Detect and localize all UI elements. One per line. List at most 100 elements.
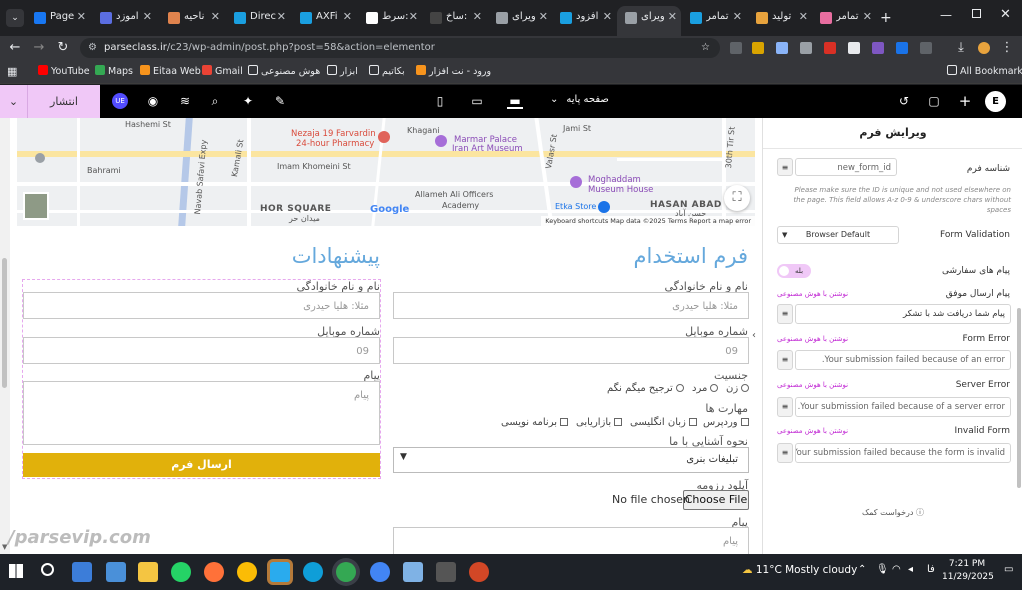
tab-close-icon[interactable]: ✕ (277, 10, 286, 23)
volume-icon[interactable]: ◂ (908, 564, 913, 575)
site-info-icon[interactable]: ⚙ (88, 38, 97, 58)
phone-input[interactable]: 09 (393, 337, 749, 364)
reload-icon[interactable]: ↻ (54, 39, 72, 57)
new-tab-icon[interactable]: + (880, 10, 892, 26)
notes-icon[interactable]: ✦ (240, 93, 256, 109)
mic-icon[interactable]: 🎙 (876, 564, 889, 575)
history-icon[interactable]: ↺ (896, 93, 912, 109)
bookmark-youtube[interactable]: YouTube (38, 65, 90, 77)
map-pin-icon[interactable] (378, 131, 390, 143)
ai-write-link[interactable]: نوشتن با هوش مصنوعی (777, 381, 848, 389)
edge-icon[interactable] (303, 562, 323, 582)
tab-close-icon[interactable]: ✕ (409, 10, 418, 23)
page-selector[interactable]: ⌄ صفحه پایه (550, 94, 609, 105)
publish-dropdown-icon[interactable]: ⌄ (0, 85, 28, 118)
collapse-panel-icon[interactable]: ‹ (752, 330, 756, 341)
invalid-form-input[interactable]: Your submission failed because the form … (795, 443, 1011, 463)
tab-close-icon[interactable]: ✕ (733, 10, 742, 23)
browser-tab[interactable]: ساخ: ✕ (422, 6, 486, 30)
help-link[interactable]: درخواست کمک ⓘ (763, 507, 1022, 518)
dynamic-tags-icon[interactable]: ≡ (777, 443, 793, 463)
message-textarea[interactable]: پیام (23, 381, 380, 445)
tab-close-icon[interactable]: ✕ (473, 10, 482, 23)
extension-icon[interactable] (752, 42, 764, 54)
structure-layers-icon[interactable]: ≋ (177, 93, 193, 109)
apps-grid-icon[interactable]: ▦ (7, 65, 17, 78)
forward-icon[interactable]: → (30, 39, 48, 57)
validation-select[interactable]: ▼ Browser Default (777, 226, 899, 244)
minimize-icon[interactable]: — (940, 8, 952, 22)
browser-tab[interactable]: Direc ✕ (226, 6, 290, 30)
extension-icon[interactable] (896, 42, 908, 54)
map-fullscreen-icon[interactable]: ⛶ (724, 185, 750, 211)
bookmark-folder-tools[interactable]: ابزار (327, 65, 358, 77)
browser-tab[interactable]: Page ✕ (26, 6, 90, 30)
address-bar[interactable]: ⚙ parseclass.ir/c23/wp-admin/post.php?po… (80, 38, 720, 58)
message-textarea[interactable]: پیام (393, 527, 749, 554)
chrome-icon[interactable] (237, 562, 257, 582)
dynamic-tags-icon[interactable]: ≡ (777, 304, 793, 324)
desktop-view-icon[interactable]: ▬ (507, 93, 523, 109)
tab-close-icon[interactable]: ✕ (343, 10, 352, 23)
tab-close-icon[interactable]: ✕ (603, 10, 612, 23)
close-window-icon[interactable]: ✕ (1000, 7, 1011, 22)
embedded-google-map[interactable]: Hashemi St Bahrami Imam Khomeini St Kama… (17, 118, 755, 226)
tab-close-icon[interactable]: ✕ (799, 10, 808, 23)
weather-widget[interactable]: ☁ 11°C Mostly cloudy (742, 564, 857, 576)
preview-eye-icon[interactable]: ◉ (145, 93, 161, 109)
windows-start-icon[interactable] (9, 564, 23, 578)
name-input[interactable]: مثلا: هلیا حیدری (23, 292, 380, 319)
gender-radio-female[interactable]: زن (726, 383, 750, 394)
powerpoint-icon[interactable] (469, 562, 489, 582)
server-error-input[interactable]: Your submission failed because of a serv… (795, 397, 1011, 417)
map-pin-icon[interactable] (35, 153, 45, 163)
dynamic-tags-icon[interactable]: ≡ (777, 397, 793, 417)
tab-search-button[interactable]: ⌄ (6, 9, 24, 27)
back-icon[interactable]: ← (6, 39, 24, 57)
browser-tab[interactable]: AXFi ✕ (292, 6, 356, 30)
gender-radio-male[interactable]: مرد (692, 383, 719, 394)
ai-write-link[interactable]: نوشتن با هوش مصنوعی (777, 335, 848, 343)
dynamic-tags-icon[interactable]: ≡ (777, 158, 793, 176)
ai-write-link[interactable]: نوشتن با هوش مصنوعی (777, 290, 848, 298)
browser-tab[interactable]: افزود ✕ (552, 6, 616, 30)
taskbar-app-icon[interactable] (106, 562, 126, 582)
tablet-view-icon[interactable]: ▭ (469, 93, 485, 109)
site-settings-icon[interactable]: ✎ (272, 93, 288, 109)
bookmark-folder-ai[interactable]: هوش مصنوعی (248, 65, 320, 77)
bookmark-gmail[interactable]: Gmail (202, 65, 243, 77)
tab-close-icon[interactable]: ✕ (143, 10, 152, 23)
extension-icon[interactable] (776, 42, 788, 54)
page-settings-icon[interactable]: ▢ (926, 93, 942, 109)
browser-tab[interactable]: ویرای ✕ (617, 6, 681, 36)
tab-close-icon[interactable]: ✕ (668, 10, 677, 23)
browser-tab[interactable]: تولید ✕ (748, 6, 812, 30)
user-badge[interactable]: UE (112, 93, 128, 109)
scrollbar-thumb[interactable] (2, 258, 7, 388)
form-error-input[interactable]: Your submission failed because of an err… (795, 350, 1011, 370)
canvas-scrollbar[interactable] (0, 118, 10, 554)
firefox-icon[interactable] (204, 562, 224, 582)
extension-icon[interactable] (848, 42, 860, 54)
extensions-puzzle-icon[interactable] (920, 42, 932, 54)
map-pin-icon[interactable] (435, 135, 447, 147)
skill-checkbox-programming[interactable]: برنامه نویسی (501, 417, 569, 428)
browser-tab[interactable]: آموزد ✕ (92, 6, 156, 30)
chrome-active-icon[interactable] (336, 562, 356, 582)
wifi-icon[interactable]: ◠ (892, 564, 901, 575)
gender-radio-prefer-not[interactable]: ترجیح میگم نگم (607, 383, 684, 394)
bookmark-eitaa[interactable]: Eitaa Web (140, 65, 201, 77)
success-message-input[interactable]: پیام شما دریافت شد با تشکر (795, 304, 1011, 324)
skill-checkbox-english[interactable]: زبان انگلیسی (630, 417, 697, 428)
phone-input[interactable]: 09 (23, 337, 380, 364)
choose-file-button[interactable]: Choose File (683, 490, 749, 510)
restore-icon[interactable] (972, 9, 981, 18)
bookmark-netafzar[interactable]: ورود - نت افزار (416, 65, 491, 77)
notifications-icon[interactable]: ▭ (1004, 564, 1013, 575)
custom-messages-toggle[interactable]: بله (777, 264, 811, 278)
download-icon[interactable]: ⤓ (952, 39, 970, 57)
publish-button[interactable]: انتشار (28, 85, 100, 118)
tray-overflow-icon[interactable]: ⌃ (858, 564, 866, 575)
extension-icon[interactable] (872, 42, 884, 54)
tab-close-icon[interactable]: ✕ (539, 10, 548, 23)
